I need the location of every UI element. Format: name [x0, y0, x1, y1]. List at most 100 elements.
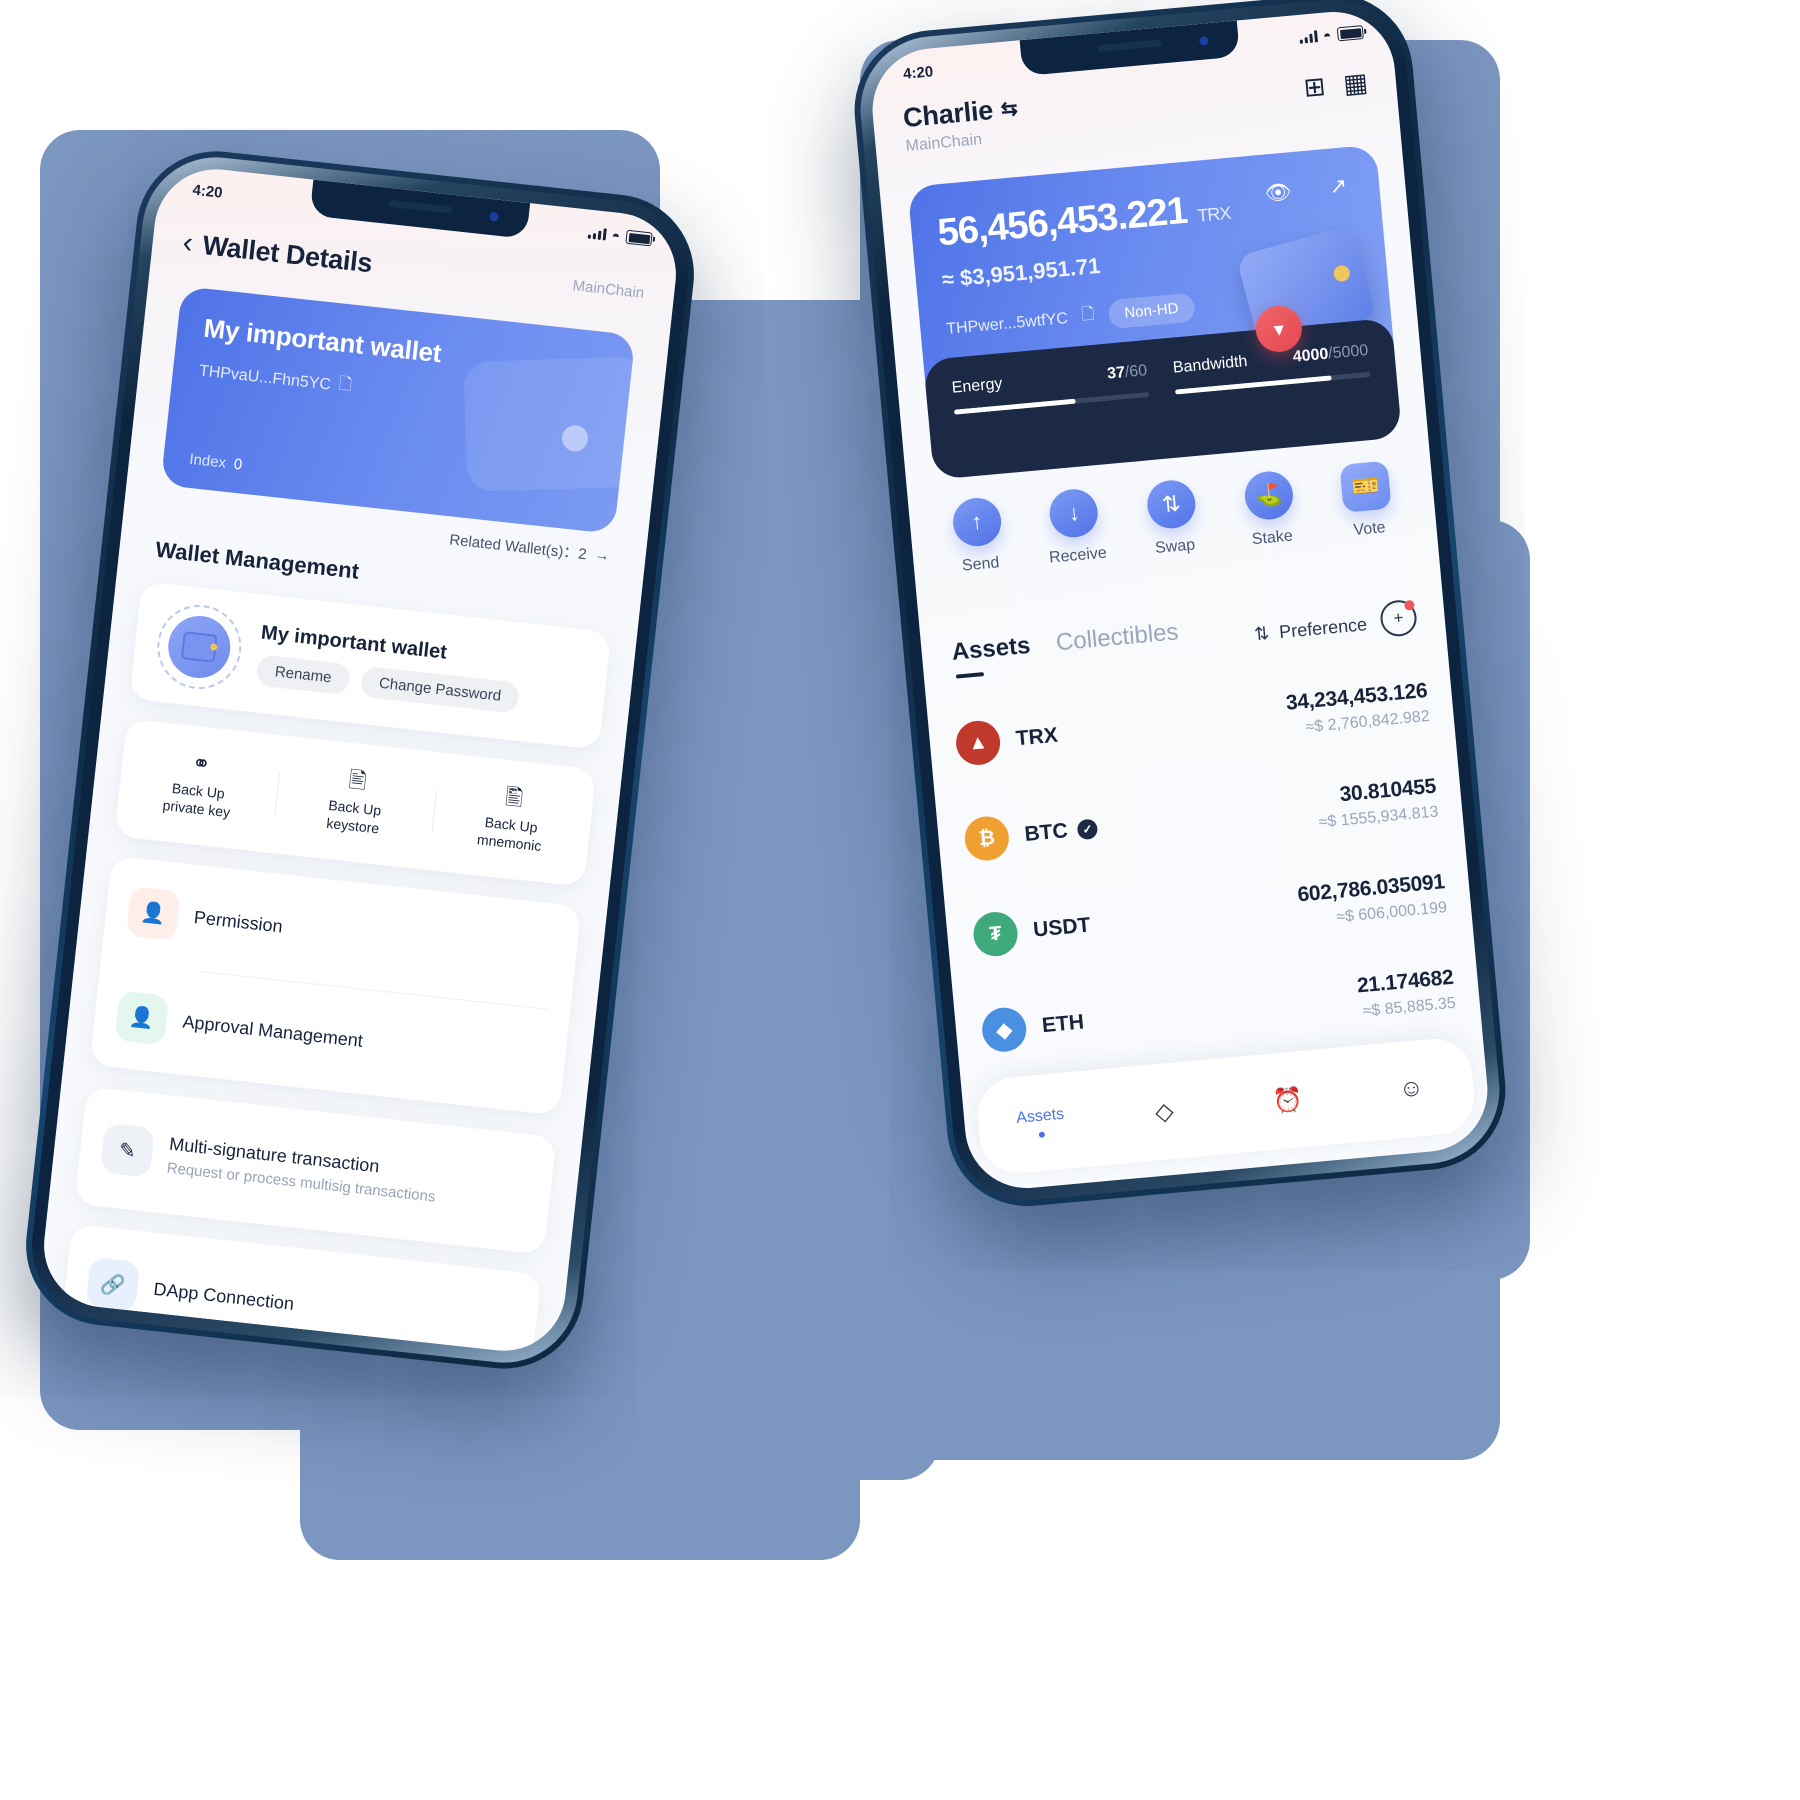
status-time: 4:20 [191, 181, 224, 202]
nav-layers[interactable]: ◇ [1101, 1091, 1227, 1131]
resource-used: 37 [1106, 364, 1126, 383]
screenshot-canvas: 4:20 ◓ ‹ Wallet Details MainChain My imp… [0, 0, 1800, 1800]
backup-keystore-button[interactable]: 🖹 Back Up keystore [274, 761, 438, 844]
permission-icon: 👤 [125, 885, 181, 941]
quick-action-receive[interactable]: ↓ Receive [1023, 485, 1127, 570]
chevron-right-icon: → [593, 546, 611, 565]
pencil-icon: ✎ [99, 1122, 156, 1178]
nav-assets-label: Assets [1015, 1105, 1065, 1127]
quick-action-swap[interactable]: ⇅ Swap [1121, 476, 1225, 561]
quick-action-vote[interactable]: 🎫 Vote [1315, 458, 1419, 543]
copy-icon[interactable]: 🗋 [337, 373, 353, 401]
asset-fiat: ≈$ 1555,934.813 [1317, 803, 1439, 831]
resource-energy[interactable]: Energy 37/60 [951, 362, 1153, 455]
coin-icon: ◆ [980, 1005, 1029, 1054]
change-password-button[interactable]: Change Password [359, 665, 521, 714]
back-button[interactable]: ‹ [181, 226, 195, 260]
approval-icon: 👤 [114, 989, 170, 1046]
quick-action-send[interactable]: ↑ Send [926, 494, 1030, 579]
eye-icon[interactable]: 👁 [1264, 180, 1293, 206]
wallet-address[interactable]: THPwer...5wtfYC [946, 310, 1069, 339]
wallet-address: THPvaU...Fhn5YC [198, 361, 332, 394]
quick-action-stake[interactable]: ⛳ Stake [1218, 467, 1322, 552]
nav-assets[interactable]: Assets [978, 1102, 1104, 1143]
backup-options-card: ⚭ Back Up private key 🖹 Back Up keystore 🖺… [114, 718, 597, 887]
backup-mnemonic-label: Back Up mnemonic [476, 813, 543, 855]
resource-bandwidth[interactable]: Bandwidth 4000/5000 [1172, 342, 1374, 435]
coin-icon: ₮ [971, 910, 1020, 958]
quick-action-label: Stake [1251, 527, 1294, 549]
ticket-icon: 🎫 [1339, 460, 1392, 513]
phone-mockup-assets: 4:20 ◓ Charlie ⇆ MainChain ⊞ ▦ 👁 ↗ 56,45… [847, 0, 1513, 1213]
cellular-signal-icon [587, 227, 607, 241]
key-icon: ⚭ [190, 749, 212, 777]
switch-accounts-icon[interactable]: ⇆ [1000, 96, 1019, 122]
backup-mnemonic-button[interactable]: 🖺 Back Up mnemonic [430, 778, 594, 861]
copy-icon[interactable]: 🗋 [1081, 303, 1096, 331]
nav-profile[interactable]: ☺ [1348, 1069, 1474, 1108]
add-token-icon[interactable]: + [1378, 598, 1419, 638]
front-camera [1199, 36, 1209, 46]
profile-icon: ☺ [1397, 1073, 1425, 1104]
wallet-index: Index 0 [189, 451, 244, 474]
section-title-wallet-management: Wallet Management [154, 536, 361, 584]
coin-icon: ▲ [954, 718, 1003, 767]
wallet-summary-card[interactable]: My important wallet THPvaU...Fhn5YC 🗋 In… [160, 286, 636, 535]
nav-compass[interactable]: ⏰ [1225, 1080, 1351, 1120]
avatar [152, 600, 246, 694]
cellular-signal-icon [1299, 30, 1318, 44]
status-badge: Non-HD [1107, 292, 1196, 330]
add-wallet-icon[interactable]: ⊞ [1302, 71, 1326, 103]
mnemonic-icon: 🖺 [504, 783, 525, 811]
asset-values: 34,234,453.126 ≈$ 2,760,842.982 [1285, 679, 1430, 739]
quick-actions: ↑ Send ↓ Receive ⇅ Swap ⛳ Stake 🎫 Vote [926, 458, 1419, 578]
asset-amount: 21.174682 [1356, 965, 1455, 997]
asset-symbol: BTC ✓ [1024, 816, 1099, 847]
quick-action-label: Swap [1154, 536, 1196, 558]
quick-action-label: Send [961, 554, 1001, 575]
balance-amount: 56,456,453.221 [935, 189, 1189, 255]
asset-fiat: ≈$ 85,885.35 [1361, 994, 1457, 1020]
resource-total: /60 [1124, 362, 1148, 382]
page-title: Wallet Details [201, 229, 374, 278]
wallet-index-value: 0 [232, 455, 244, 474]
coin-icon: ₿ [962, 814, 1011, 863]
preference-label[interactable]: Preference [1278, 614, 1368, 643]
resource-total: /5000 [1327, 341, 1369, 363]
related-wallets-label: Related Wallet(s)：2 [448, 531, 588, 564]
progress-bar [953, 391, 1150, 415]
asset-symbol: ETH [1040, 1010, 1085, 1038]
compass-icon: ⏰ [1271, 1085, 1304, 1116]
multisig-card[interactable]: ✎ Multi-signature transaction Request or… [74, 1086, 557, 1255]
arrow-up-icon: ↑ [950, 496, 1003, 549]
account-switcher[interactable]: Charlie ⇆ [902, 93, 1019, 134]
card-decoration [463, 356, 636, 492]
resource-used: 4000 [1292, 345, 1330, 366]
account-name: Charlie [901, 94, 995, 134]
rename-button[interactable]: Rename [255, 654, 351, 696]
asset-values: 602,786.035091 ≈$ 606,000.199 [1297, 870, 1448, 930]
related-wallets-link[interactable]: Related Wallet(s)：2 → [448, 528, 611, 566]
progress-bar [1174, 371, 1371, 395]
backup-private-key-button[interactable]: ⚭ Back Up private key [117, 744, 281, 827]
shield-icon: ⛳ [1242, 469, 1295, 522]
wallet-avatar-icon [165, 612, 234, 682]
status-indicators: ◓ [587, 225, 653, 248]
arrow-up-right-icon[interactable]: ↗ [1328, 173, 1349, 199]
permissions-card: 👤 Permission 👤 Approval Management [89, 855, 582, 1116]
wallet-profile-card: My important wallet Rename Change Passwo… [129, 581, 612, 750]
balance-unit: TRX [1196, 202, 1232, 226]
resource-label: Energy [951, 375, 1004, 397]
scan-qr-icon[interactable]: ▦ [1342, 67, 1369, 99]
tab-collectibles[interactable]: Collectibles [1055, 618, 1180, 657]
layers-icon: ◇ [1153, 1097, 1175, 1126]
battery-icon [1336, 25, 1364, 42]
swap-icon: ⇅ [1145, 478, 1198, 531]
sort-icon[interactable]: ⇅ [1253, 623, 1270, 645]
status-time: 4:20 [902, 62, 934, 83]
tab-assets[interactable]: Assets [951, 632, 1032, 667]
asset-symbol: TRX [1014, 723, 1059, 751]
resource-label: Bandwidth [1172, 352, 1249, 377]
arrow-down-icon: ↓ [1048, 487, 1101, 540]
wallet-index-label: Index [188, 450, 227, 472]
